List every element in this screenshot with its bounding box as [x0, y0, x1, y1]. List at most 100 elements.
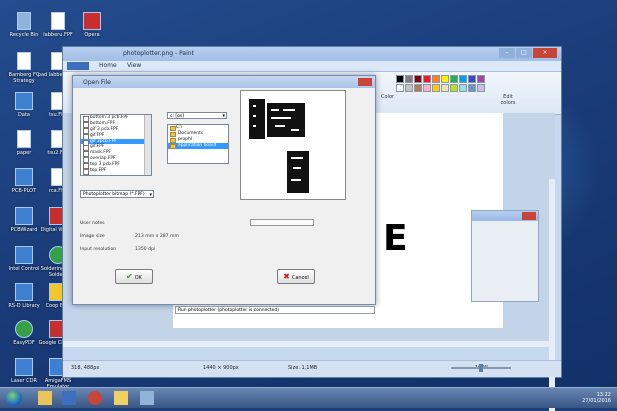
clock-date: 27/01/2016: [582, 398, 611, 404]
shortcut-icon: [17, 130, 31, 148]
color-swatch[interactable]: [396, 84, 404, 92]
desktop-icon-label: PCBWizard: [10, 227, 38, 233]
color-swatch[interactable]: [450, 84, 458, 92]
color-swatch[interactable]: [477, 84, 485, 92]
window-controls: – □ ×: [499, 48, 557, 58]
horizontal-scrollbar[interactable]: [63, 341, 555, 347]
file-size: Size: 1,1MB: [288, 365, 318, 371]
secondary-close-button[interactable]: [522, 212, 536, 220]
color-swatch[interactable]: [432, 84, 440, 92]
pcb-preview-image: [249, 99, 309, 193]
shortcut-icon: [15, 358, 33, 376]
pcb-preview: [240, 90, 346, 200]
zoom-thumb[interactable]: [479, 364, 483, 372]
color-swatch[interactable]: [468, 84, 476, 92]
color-swatch[interactable]: [396, 75, 404, 83]
minimize-button[interactable]: –: [499, 48, 515, 58]
connection-status: Run photoplotter (photoplotter is connec…: [175, 306, 375, 314]
dialog-title: Open File: [83, 79, 111, 86]
close-button[interactable]: ×: [533, 48, 557, 58]
color-swatch[interactable]: [459, 84, 467, 92]
input-resolution-label: Input resolution: [80, 247, 117, 252]
progress-bar: [250, 219, 314, 226]
desktop-icon[interactable]: Opera: [70, 12, 114, 38]
desktop-icon-label: Intel Control: [8, 266, 40, 272]
color-swatch[interactable]: [477, 75, 485, 83]
color-swatch[interactable]: [432, 75, 440, 83]
desktop-icon-label: Data: [18, 112, 30, 118]
canvas-text-2: E: [383, 218, 410, 259]
paint-taskbar-icon[interactable]: [114, 391, 128, 405]
color-label: Color: [381, 94, 395, 100]
shortcut-icon: [15, 92, 33, 110]
zoom-slider[interactable]: [451, 364, 511, 372]
desktop-icon-label: Recycle Bin: [9, 32, 39, 38]
desktop-icon-label: RS-D Library: [8, 303, 40, 309]
opera-icon[interactable]: [88, 391, 102, 405]
shortcut-icon: [15, 207, 33, 225]
ok-button[interactable]: ✔ OK: [115, 269, 153, 284]
folder-list[interactable]: C:\ Documents prophl application board: [167, 124, 229, 164]
file-item[interactable]: top.FPF: [81, 168, 151, 175]
secondary-window: [471, 210, 539, 302]
drive-select[interactable]: c: [os]: [167, 112, 227, 120]
ribbon-tabs: Home View: [63, 61, 561, 72]
dialog-close-button[interactable]: [358, 78, 372, 86]
color-swatch[interactable]: [450, 75, 458, 83]
check-icon: ✔: [126, 272, 133, 281]
status-bar: 318, 488px 1440 × 900px Size: 1,1MB 100%: [63, 360, 561, 377]
color-swatch[interactable]: [441, 84, 449, 92]
input-resolution-value: 1350 dpi: [135, 247, 156, 252]
shortcut-icon: [15, 283, 33, 301]
explorer-icon[interactable]: [38, 391, 52, 405]
shortcut-icon: [15, 320, 33, 338]
cancel-button[interactable]: ✖ Cancel: [277, 269, 315, 284]
file-menu-button[interactable]: [67, 62, 89, 70]
user-notes-label: User notes: [80, 221, 105, 226]
dimensions: 1440 × 900px: [203, 365, 239, 371]
image-size-value: 213 mm x 287 mm: [135, 234, 179, 239]
color-swatch[interactable]: [423, 75, 431, 83]
shortcut-icon: [83, 12, 101, 30]
folder-item[interactable]: application board: [168, 143, 228, 149]
image-size-label: Image size: [80, 234, 105, 239]
shortcut-icon: [51, 12, 65, 30]
desktop-icon-label: labberu.FPF: [43, 32, 73, 38]
media-player-icon[interactable]: [62, 391, 76, 405]
shortcut-icon: [15, 168, 33, 186]
desktop-icon-label: paper: [16, 150, 32, 156]
taskbar: 13:22 27/01/2016: [0, 387, 617, 408]
color-swatch[interactable]: [441, 75, 449, 83]
color-swatch[interactable]: [468, 75, 476, 83]
cancel-label: Cancel: [291, 275, 309, 281]
file-list[interactable]: bottom 3 pcb.FPF bottom.FPF gif 3 pcb.FPF g…: [80, 114, 152, 176]
edit-colors-button[interactable]: Edit colors: [495, 94, 521, 106]
paint-titlebar[interactable]: photoplotter.png - Paint – □ ×: [63, 47, 561, 61]
start-button[interactable]: [6, 390, 22, 406]
shortcut-icon: [17, 52, 31, 70]
color-palette: [396, 75, 485, 92]
desktop-icon-label: Bamberg FC Strategy: [8, 72, 40, 84]
file-list-scrollbar[interactable]: [144, 115, 151, 175]
file-type-select[interactable]: Photoplotter bitmap (*.FPF): [80, 190, 154, 199]
tab-home[interactable]: Home: [99, 62, 117, 69]
maximize-button[interactable]: □: [516, 48, 532, 58]
cross-icon: ✖: [283, 272, 290, 281]
tab-view[interactable]: View: [127, 62, 141, 69]
cursor-position: 318, 488px: [71, 365, 100, 371]
color-swatch[interactable]: [414, 75, 422, 83]
photoplotter-taskbar-icon[interactable]: [140, 391, 154, 405]
color-swatch[interactable]: [405, 75, 413, 83]
color-swatch[interactable]: [423, 84, 431, 92]
dialog-titlebar[interactable]: Open File: [73, 76, 375, 88]
desktop-icon-label: EasyPDF: [13, 340, 35, 346]
desktop-icon-label: Laser CDR: [11, 378, 37, 384]
shortcut-icon: [17, 12, 31, 30]
color-swatch[interactable]: [459, 75, 467, 83]
secondary-titlebar[interactable]: [472, 211, 538, 221]
desktop-icon-label: Opera: [84, 32, 100, 38]
color-swatch[interactable]: [405, 84, 413, 92]
color-swatch[interactable]: [414, 84, 422, 92]
system-tray: 13:22 27/01/2016: [582, 392, 611, 404]
paint-title: photoplotter.png - Paint: [123, 50, 194, 57]
